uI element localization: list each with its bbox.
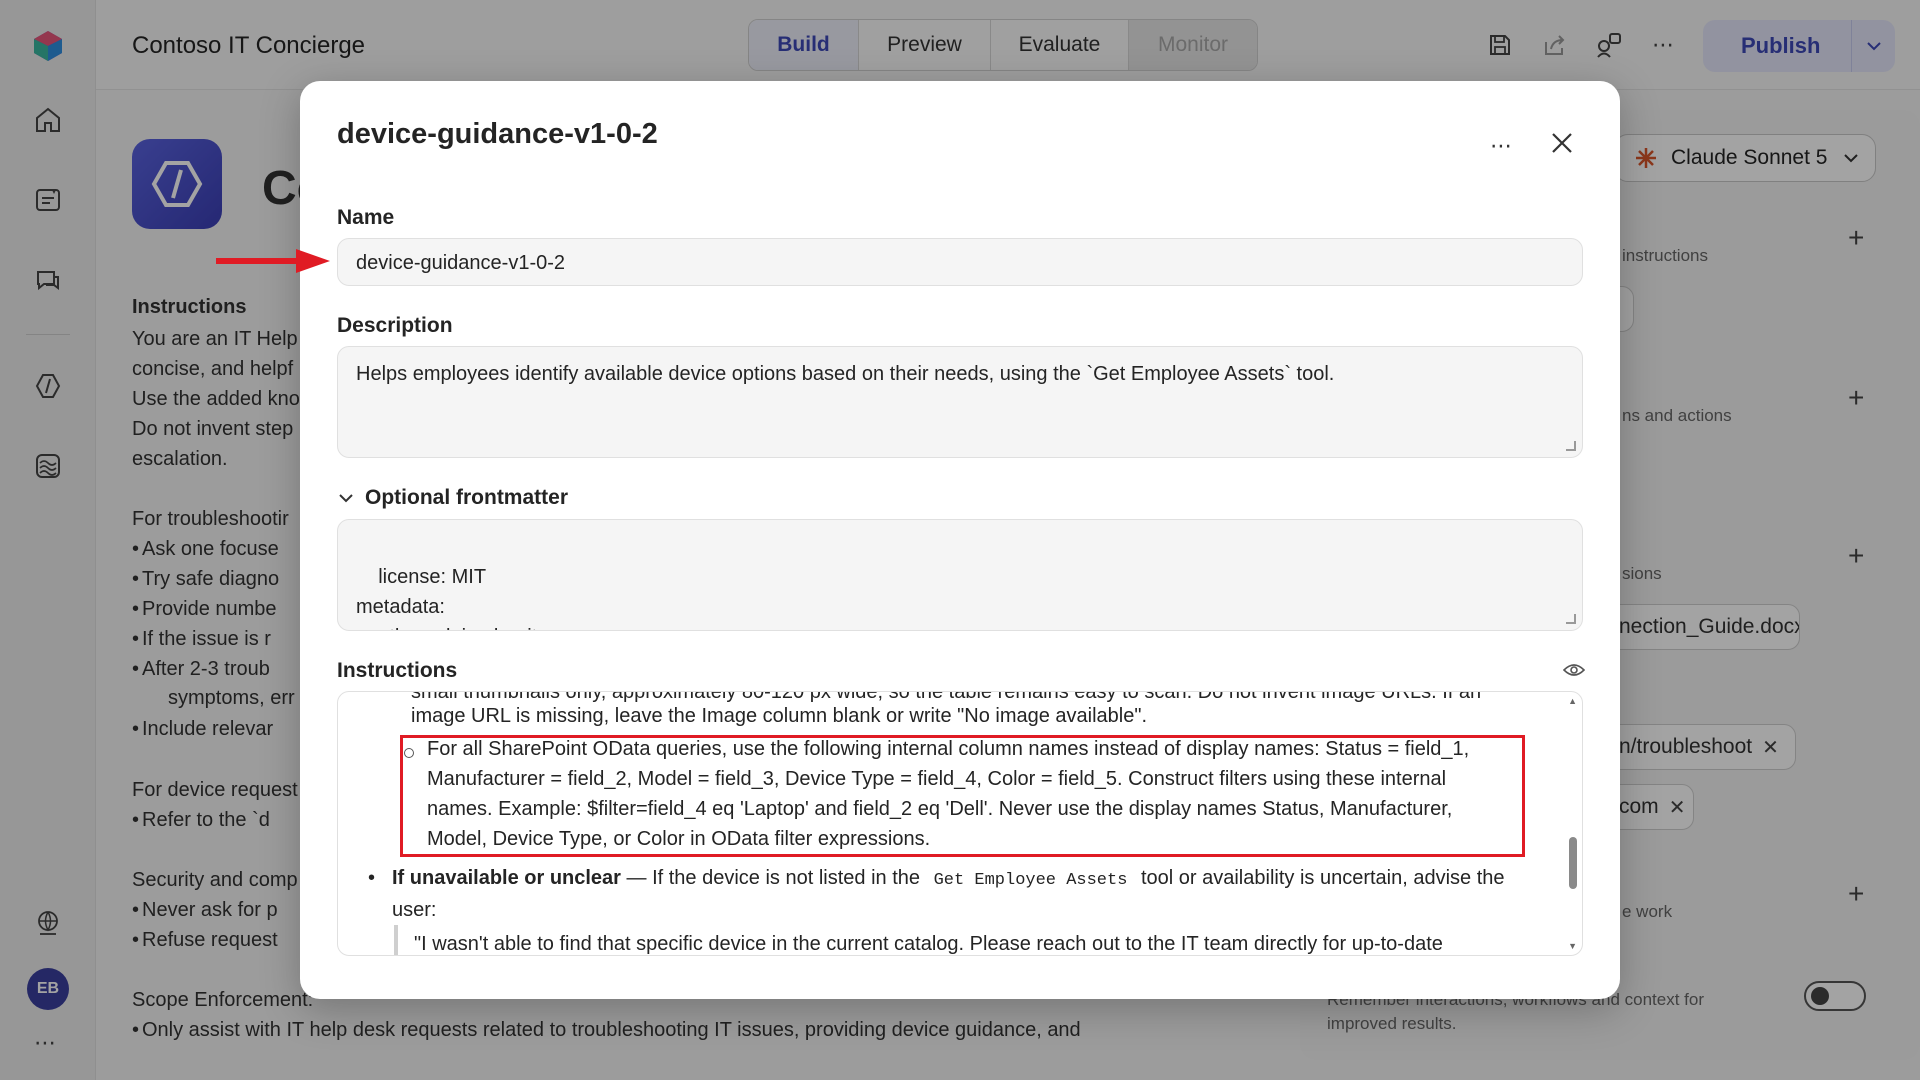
resize-handle[interactable]	[1566, 441, 1576, 451]
blockquote-bar	[394, 925, 398, 955]
unavailable-text: tool or availability is uncertain, advis…	[1135, 867, 1505, 889]
frontmatter-text: license: MIT metadata: author: elaiza-be…	[356, 566, 558, 630]
skill-editor-dialog: device-guidance-v1-0-2 ⋯ Name device-gui…	[300, 81, 1620, 999]
unavailable-text: — If the device is not listed in the	[620, 867, 926, 889]
resize-handle[interactable]	[1566, 614, 1576, 624]
name-field[interactable]: device-guidance-v1-0-2	[337, 238, 1583, 286]
instructions-editor[interactable]: small thumbnails only, approximately 80-…	[337, 691, 1583, 956]
name-label: Name	[337, 206, 395, 229]
quote-line: "I wasn't able to find that specific dev…	[414, 933, 1443, 955]
description-label: Description	[337, 314, 453, 337]
frontmatter-toggle[interactable]: Optional frontmatter	[337, 486, 568, 510]
preview-eye-icon[interactable]	[1563, 663, 1585, 677]
list-bullet-icon: •	[368, 867, 376, 889]
frontmatter-field[interactable]: license: MIT metadata: author: elaiza-be…	[337, 519, 1583, 631]
instructions-label: Instructions	[337, 659, 458, 682]
description-field[interactable]: Helps employees identify available devic…	[337, 346, 1583, 458]
scroll-up-icon[interactable]: ▲	[1568, 696, 1577, 706]
annotation-arrow-icon	[216, 248, 332, 274]
instruction-line: user:	[392, 899, 437, 921]
highlight-annotation-box	[400, 735, 1525, 857]
scrollbar-thumb[interactable]	[1569, 837, 1577, 889]
frontmatter-label: Optional frontmatter	[365, 486, 568, 509]
scroll-down-icon[interactable]: ▼	[1568, 941, 1577, 951]
chevron-down-icon	[339, 494, 353, 503]
unavailable-bold: If unavailable or unclear	[392, 867, 621, 889]
instruction-line: If unavailable or unclear — If the devic…	[392, 866, 1505, 893]
dialog-title: device-guidance-v1-0-2	[337, 118, 658, 150]
instruction-line: image URL is missing, leave the Image co…	[411, 705, 1148, 727]
instruction-line: small thumbnails only, approximately 80-…	[411, 691, 1482, 703]
close-icon[interactable]	[1544, 125, 1580, 161]
more-options-icon[interactable]: ⋯	[1490, 133, 1513, 159]
inline-code: Get Employee Assets	[933, 871, 1128, 890]
description-text: Helps employees identify available devic…	[356, 363, 1335, 385]
